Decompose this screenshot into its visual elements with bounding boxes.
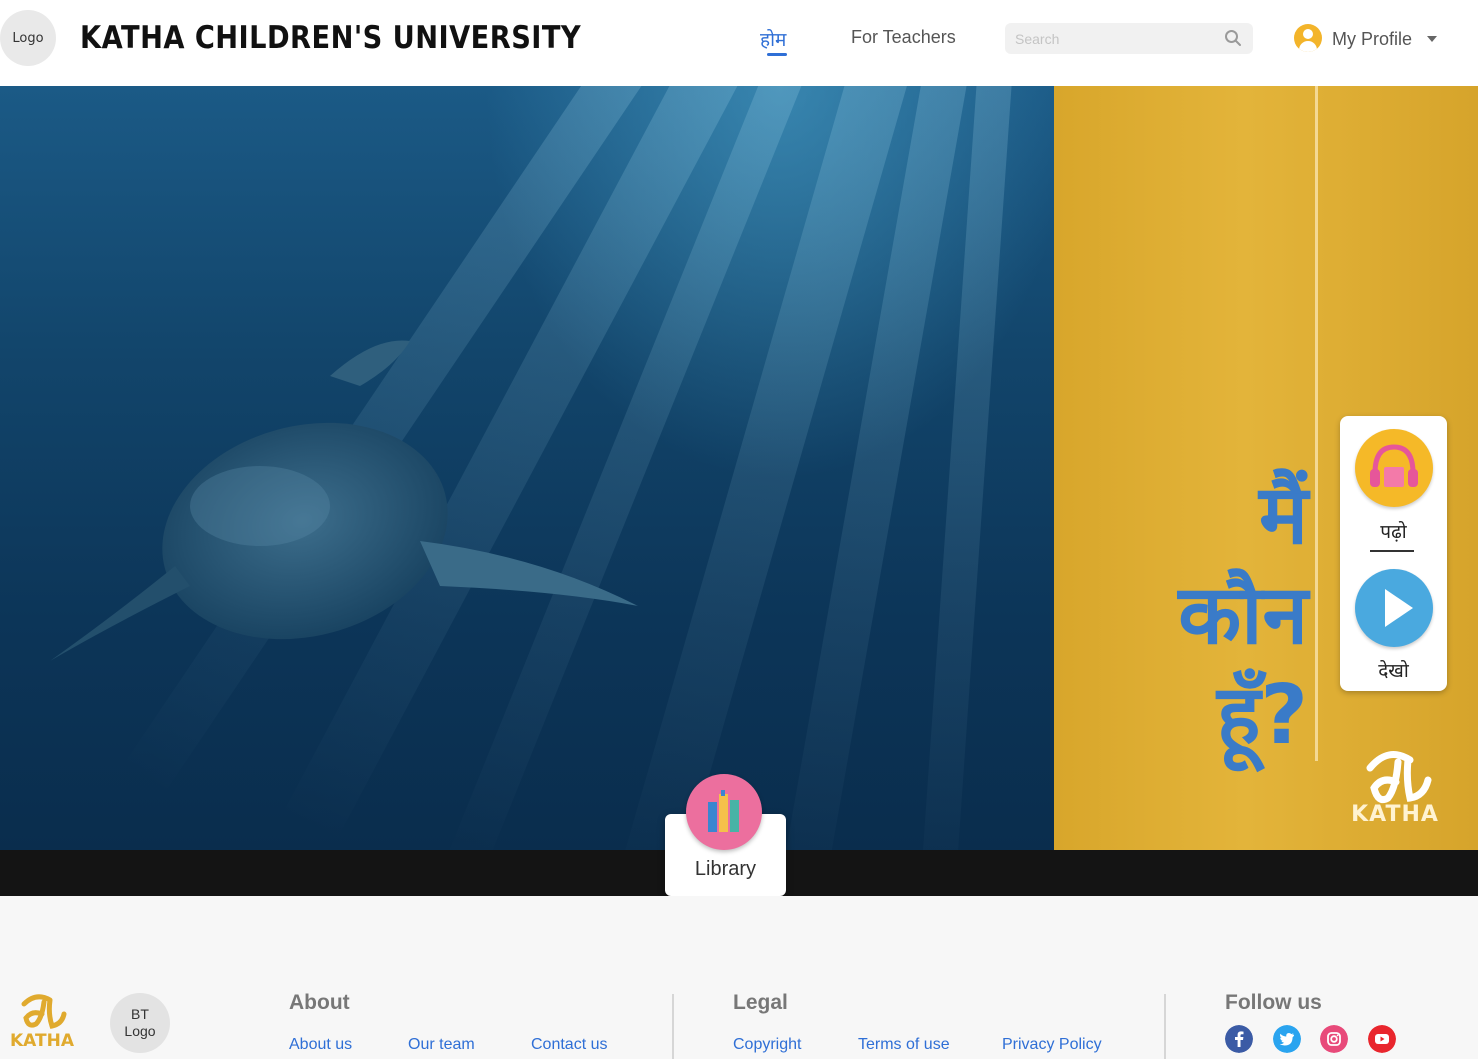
katha-footer-text: KATHA xyxy=(10,1031,74,1051)
bt-logo[interactable]: BT Logo xyxy=(110,993,170,1053)
about-heading: About xyxy=(289,991,350,1014)
whale-illustration xyxy=(50,340,638,661)
chevron-down-icon[interactable] xyxy=(1427,36,1437,42)
media-options-panel: पढ़ो देखो xyxy=(1340,416,1447,691)
book-title: मैं कौन हूँ? xyxy=(1178,468,1308,763)
page-footer: KATHA BT Logo About About us Our team Co… xyxy=(0,896,1478,1059)
book-spine-line xyxy=(1315,86,1318,761)
ocean-image xyxy=(0,86,1054,896)
twitter-icon[interactable] xyxy=(1273,1025,1301,1053)
play-icon[interactable] xyxy=(1355,569,1433,647)
panel-divider xyxy=(1370,550,1414,552)
katha-footer-logo-icon[interactable] xyxy=(14,990,70,1036)
search-input[interactable] xyxy=(1005,23,1253,54)
legal-heading: Legal xyxy=(733,991,788,1014)
facebook-icon[interactable] xyxy=(1225,1025,1253,1053)
library-label[interactable]: Library xyxy=(665,858,786,881)
nav-active-indicator xyxy=(767,53,787,56)
link-privacy-policy[interactable]: Privacy Policy xyxy=(1002,1036,1102,1054)
user-icon[interactable] xyxy=(1294,24,1322,52)
katha-brand-text: KATHA xyxy=(1351,802,1439,827)
youtube-icon[interactable] xyxy=(1368,1025,1396,1053)
footer-divider xyxy=(672,994,674,1059)
watch-button-label[interactable]: देखो xyxy=(1340,657,1447,683)
nav-for-teachers[interactable]: For Teachers xyxy=(851,27,956,48)
search-icon[interactable] xyxy=(1224,29,1242,47)
link-contact-us[interactable]: Contact us xyxy=(531,1036,607,1054)
site-title[interactable]: KATHA CHILDREN'S UNIVERSITY xyxy=(80,20,581,56)
instagram-icon[interactable] xyxy=(1320,1025,1348,1053)
top-header: Logo KATHA CHILDREN'S UNIVERSITY होम For… xyxy=(0,0,1478,86)
site-logo[interactable]: Logo xyxy=(0,10,56,66)
books-icon[interactable] xyxy=(686,774,762,850)
link-terms-of-use[interactable]: Terms of use xyxy=(858,1036,950,1054)
read-button-label[interactable]: पढ़ो xyxy=(1340,518,1447,544)
my-profile-menu[interactable]: My Profile xyxy=(1332,29,1412,50)
link-about-us[interactable]: About us xyxy=(289,1036,352,1054)
headphones-icon[interactable] xyxy=(1355,429,1433,507)
nav-home[interactable]: होम xyxy=(760,26,786,52)
link-our-team[interactable]: Our team xyxy=(408,1036,475,1054)
follow-us-heading: Follow us xyxy=(1225,991,1322,1014)
link-copyright[interactable]: Copyright xyxy=(733,1036,801,1054)
footer-divider xyxy=(1164,994,1166,1059)
